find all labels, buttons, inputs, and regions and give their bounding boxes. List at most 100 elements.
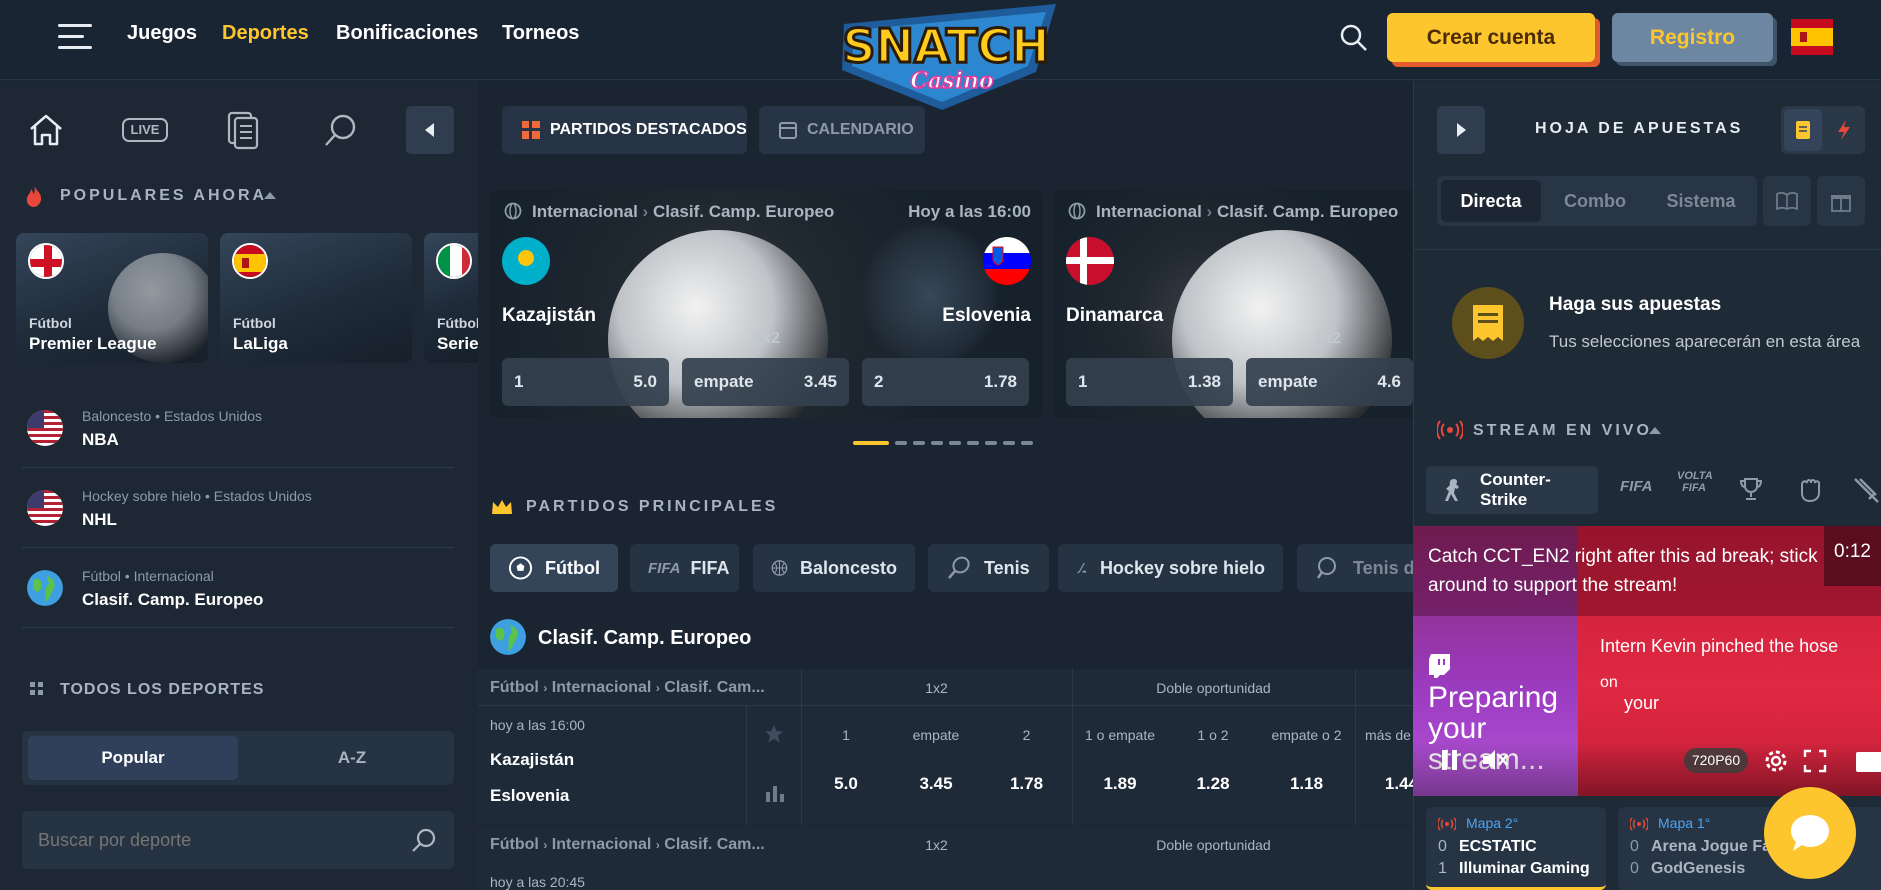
away-team: Eslovenia [942,305,1031,326]
carousel-dot[interactable] [895,441,907,445]
nav-torneos[interactable]: Torneos [502,22,579,45]
gift-button[interactable] [1817,176,1865,226]
featured-match-card[interactable]: Internacional › Clasif. Camp. Europeo Ho… [490,190,1043,418]
nav-juegos[interactable]: Juegos [127,22,197,45]
league-row-nhl[interactable]: Hockey sobre hielo • Estados Unidos NHL [22,468,454,548]
carousel-dot[interactable] [931,441,943,445]
bet-type-single[interactable]: Directa [1441,180,1541,222]
betslip-mode-list[interactable] [1784,109,1822,151]
sport-tab-ice-hockey[interactable]: Hockey sobre hielo [1058,544,1283,592]
league-row-nba[interactable]: Baloncesto • Estados Unidos NBA [22,388,454,468]
bet-type-combo[interactable]: Combo [1545,180,1645,222]
odd-value-over[interactable]: 1.44 [1350,774,1418,794]
carousel-dot[interactable] [1021,441,1033,445]
home-icon[interactable] [28,113,64,147]
odd-value: 1.38 [1187,372,1221,391]
live-chat-button[interactable] [1764,787,1856,879]
trophy-icon[interactable] [1739,477,1763,501]
popular-card-premier-league[interactable]: Fútbol Premier League [16,233,208,363]
live-match-card[interactable]: Mapa 2° 0 ECSTATIC 1 Illuminar Gaming [1426,807,1606,890]
chevron-left-icon [425,123,434,137]
stream-video-player[interactable]: Catch CCT_EN2 right after this ad break;… [1413,526,1881,796]
live-signal-icon [1438,817,1456,831]
mute-icon[interactable] [1481,748,1509,772]
nav-bonificaciones[interactable]: Bonificaciones [336,22,478,45]
sidebar-search-icon[interactable] [323,112,359,148]
home-team: Kazajistán [490,750,575,769]
sort-az-tab[interactable]: A-Z [262,736,442,780]
fist-fifa-icon[interactable] [1797,475,1823,503]
game-tab-counter-strike[interactable]: Counter-Strike [1426,466,1598,514]
sport-tab-football[interactable]: Fútbol [490,544,618,592]
sport-tab-tennis[interactable]: Tenis [928,544,1049,592]
favorite-star-icon[interactable] [764,724,784,744]
betslip-rules-button[interactable] [1763,176,1811,226]
nav-deportes[interactable]: Deportes [222,22,309,45]
league-country: Estados Unidos [213,488,312,504]
stats-icon[interactable] [765,784,785,802]
odd-button-home[interactable]: 1 1.38 [1066,358,1233,406]
tab-calendar[interactable]: CALENDARIO [759,106,925,154]
odd-button-home[interactable]: 1 5.0 [502,358,669,406]
sword-icon[interactable] [1852,476,1880,504]
odd-value-12[interactable]: 1.28 [1168,774,1258,794]
chevron-up-icon[interactable] [263,190,277,200]
popular-card-laliga[interactable]: Fútbol LaLiga [220,233,412,363]
market-label: 1x2 [1314,330,1341,347]
betslip-history-icon[interactable] [226,110,260,150]
popular-card-serie-a[interactable]: Fútbol Serie [424,233,478,363]
settings-gear-icon[interactable] [1763,748,1789,774]
language-flag-spain[interactable] [1791,19,1833,55]
create-account-button[interactable]: Crear cuenta [1387,13,1595,62]
carousel-dot[interactable] [1003,441,1015,445]
snatch-casino-logo[interactable]: SNATCH Casino [830,4,1062,110]
collapse-sidebar-button[interactable] [406,106,454,154]
live-stream-icon [1437,420,1463,440]
carousel-dot[interactable] [913,441,925,445]
carousel-dot[interactable] [949,441,961,445]
tab-featured-matches[interactable]: PARTIDOS DESTACADOS [502,106,747,154]
menu-icon[interactable] [58,24,92,50]
featured-match-card[interactable]: Internacional › Clasif. Camp. Europeo Di… [1054,190,1413,418]
odd-value-draw[interactable]: 3.45 [891,774,981,794]
register-button[interactable]: Registro [1612,13,1773,62]
odd-value-away[interactable]: 1.78 [981,774,1072,794]
game-tab-volta-fifa[interactable]: VOLTA FIFA [1677,470,1713,494]
team-score: 1 [1438,860,1447,877]
odd-value-1x[interactable]: 1.89 [1072,774,1168,794]
spain-flag-icon [232,243,268,279]
odd-button-draw[interactable]: empate 3.45 [682,358,849,406]
carousel-dot[interactable] [985,441,997,445]
league-row-euro-qualifiers[interactable]: Fútbol • Internacional Clasif. Camp. Eur… [22,548,454,628]
sport-search-input[interactable] [38,823,398,857]
league-name: NBA [82,430,119,449]
sport-tab-basketball[interactable]: Baloncesto [753,544,915,592]
odd-value-home[interactable]: 5.0 [801,774,891,794]
league-country: Estados Unidos [163,408,263,424]
empty-betslip-icon [1452,287,1524,359]
odd-value: 5.0 [633,372,657,391]
fullscreen-icon[interactable] [1803,749,1827,773]
bet-type-system[interactable]: Sistema [1649,180,1753,222]
league-sport: Hockey sobre hielo [82,488,202,504]
expand-betslip-button[interactable] [1437,106,1485,154]
lightning-icon[interactable] [1836,119,1852,141]
popular-now-title: POPULARES AHORA [60,187,268,204]
search-icon[interactable] [410,826,438,854]
sport-tab-fifa[interactable]: FIFA FIFA [630,544,739,592]
game-tab-fifa[interactable]: FIFA [1620,478,1653,495]
ad-timer: 0:12 [1824,526,1881,586]
chevron-up-icon[interactable] [1648,425,1662,435]
sport-tab-table-tennis[interactable]: Tenis de mesa [1297,544,1413,592]
search-icon[interactable] [1338,22,1370,54]
live-icon[interactable]: LIVE [122,118,168,142]
odd-button-draw[interactable]: empate 4.6 [1246,358,1413,406]
carousel-dot-active[interactable] [853,441,889,445]
pause-icon[interactable] [1441,748,1459,772]
sort-popular-tab[interactable]: Popular [28,736,238,780]
quality-badge[interactable]: 720P60 [1684,748,1748,773]
carousel-dot[interactable] [967,441,979,445]
odd-button-away[interactable]: 2 1.78 [862,358,1029,406]
odd-value-x2[interactable]: 1.18 [1258,774,1355,794]
picture-in-picture-icon[interactable] [1856,752,1881,772]
